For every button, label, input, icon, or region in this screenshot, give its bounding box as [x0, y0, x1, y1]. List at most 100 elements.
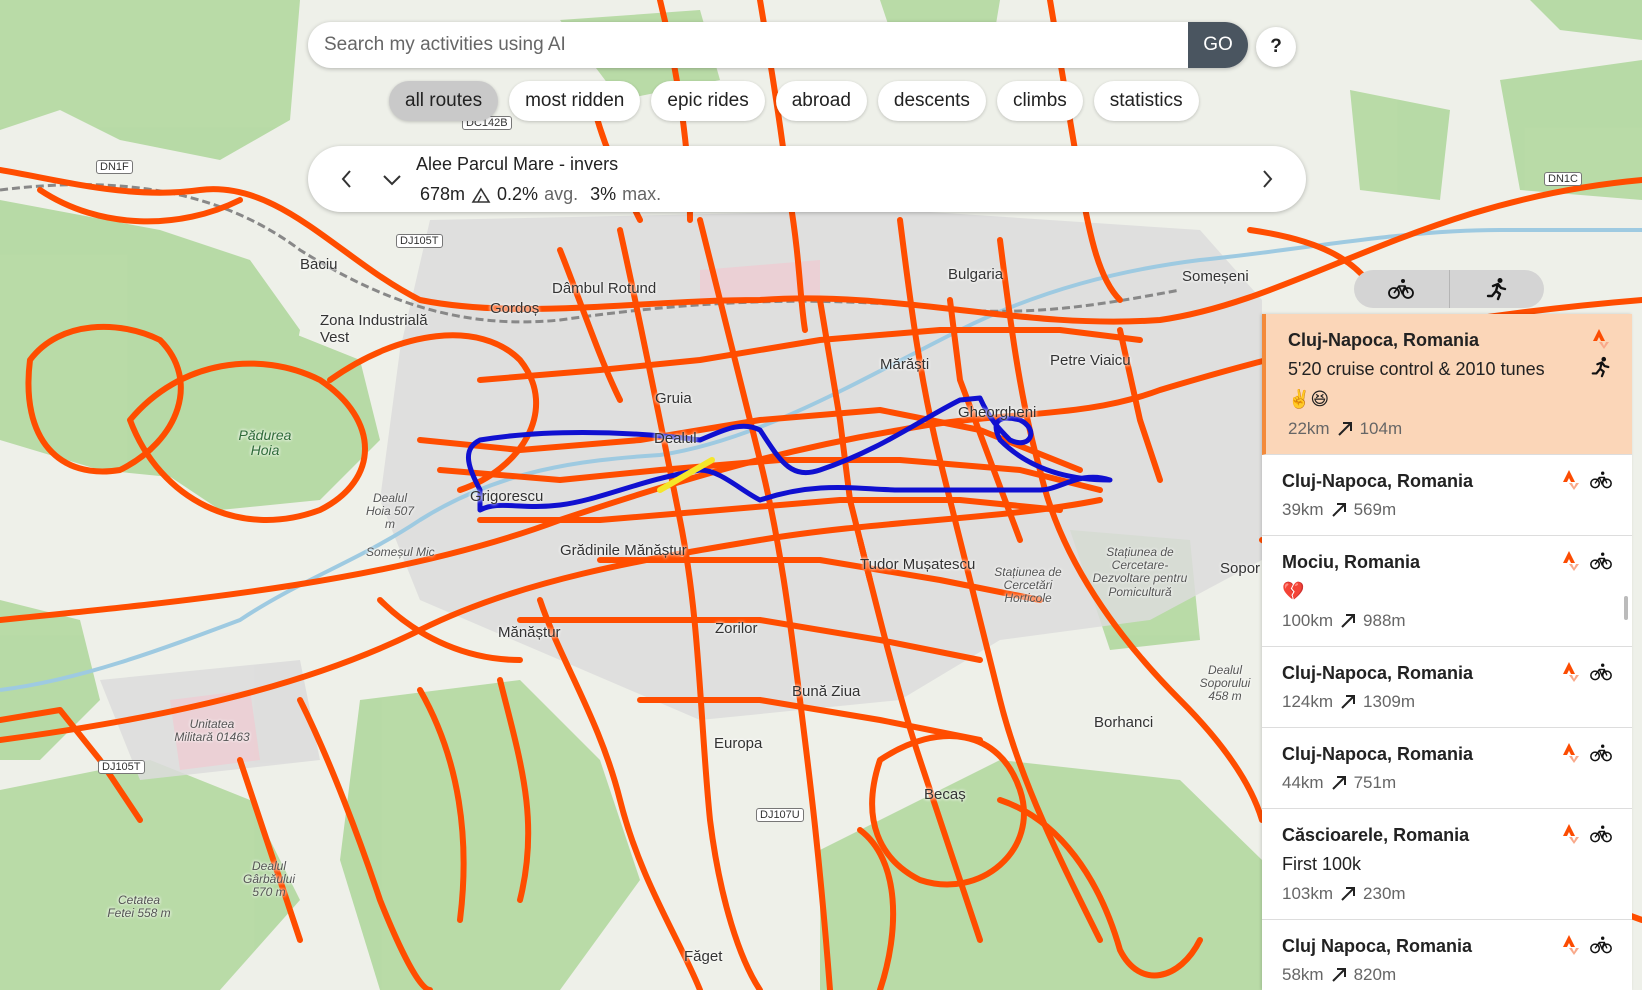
map-label-gruia: Gruia: [655, 390, 692, 407]
map-label-europa: Europa: [714, 735, 763, 752]
map-label-padurea: Pădurea Hoia: [238, 427, 292, 459]
activity-icons: [1560, 469, 1612, 491]
activity-item[interactable]: Cluj-Napoca, Romania 39km 569m: [1262, 455, 1632, 536]
run-icon: [1486, 278, 1506, 301]
activity-distance: 100km: [1282, 611, 1334, 630]
elevation-arrow-icon: [1331, 776, 1346, 790]
segment-stats: 678m 0.2% avg. 3% max.: [420, 184, 661, 205]
activity-elevation: 988m: [1363, 611, 1406, 630]
previous-segment-button[interactable]: [336, 166, 358, 192]
segment-name: Alee Parcul Mare - invers: [416, 154, 619, 174]
activity-elevation: 1309m: [1363, 692, 1416, 711]
activity-item[interactable]: Cluj-Napoca, Romania 44km 751m: [1262, 728, 1632, 809]
bike-icon: [1590, 825, 1612, 843]
activity-elevation: 230m: [1363, 884, 1406, 903]
activity-icons: [1560, 823, 1612, 845]
strava-icon: [1563, 743, 1579, 763]
activity-meta: 39km 569m: [1282, 495, 1562, 525]
map-label-zorilor: Zorilor: [715, 620, 758, 637]
map-label-gordos: Gordoș: [490, 300, 540, 317]
map-label-somesul-mic: Someșul Mic: [366, 545, 435, 559]
road-badge: DN1F: [96, 160, 133, 174]
bike-icon: [1388, 279, 1415, 299]
elevation-arrow-icon: [1341, 695, 1356, 709]
road-badge: DJ107U: [756, 808, 804, 822]
activity-meta: 44km 751m: [1282, 768, 1562, 798]
map-label-buna-ziua: Bună Ziua: [792, 683, 861, 700]
activity-location: Cluj-Napoca, Romania: [1282, 471, 1474, 491]
activity-distance: 58km: [1282, 965, 1324, 984]
search-input[interactable]: [308, 22, 1188, 68]
activity-distance: 124km: [1282, 692, 1334, 711]
map-label-someseni: Someșeni: [1182, 268, 1249, 285]
chip-statistics[interactable]: statistics: [1093, 81, 1199, 121]
activity-item[interactable]: Cluj Napoca, Romania 58km 820m: [1262, 920, 1632, 990]
strava-icon: [1563, 935, 1579, 955]
activity-meta: 100km 988m: [1282, 606, 1562, 636]
run-filter-button[interactable]: [1448, 270, 1545, 308]
bike-filter-button[interactable]: [1354, 270, 1449, 308]
segment-panel: Alee Parcul Mare - invers 678m 0.2% avg.…: [308, 146, 1306, 212]
road-badge: DN1C: [1544, 172, 1582, 186]
activity-item[interactable]: Mociu, Romania 💔 100km 988m: [1262, 536, 1632, 647]
activity-location: Mociu, Romania: [1282, 552, 1421, 572]
activity-description: 5'20 cruise control & 2010 tunes: [1288, 359, 1545, 379]
chip-most-ridden[interactable]: most ridden: [509, 81, 641, 121]
grade-icon: [471, 186, 491, 203]
road-badge: DJ105T: [396, 234, 443, 248]
activity-location: Cluj-Napoca, Romania: [1288, 330, 1480, 350]
go-button[interactable]: GO: [1188, 22, 1248, 68]
map-label-borhanci: Borhanci: [1094, 714, 1154, 731]
map-label-garbau: Dealul Gârbăului 570 m: [242, 859, 296, 900]
activity-item[interactable]: Cluj-Napoca, Romania 124km 1309m: [1262, 647, 1632, 728]
elevation-arrow-icon: [1337, 422, 1352, 436]
segment-avg-label: avg.: [544, 184, 579, 204]
map-label-sopor-hill: Dealul Soporului 458 m: [1199, 663, 1251, 704]
activity-meta: 103km 230m: [1282, 879, 1562, 909]
filter-chips: all routes most ridden epic rides abroad…: [389, 81, 1199, 121]
activity-location: Căscioarele, Romania: [1282, 825, 1470, 845]
activity-list[interactable]: Cluj-Napoca, Romania 5'20 cruise control…: [1262, 314, 1632, 990]
activity-location: Cluj Napoca, Romania: [1282, 936, 1473, 956]
activity-item[interactable]: Cluj-Napoca, Romania 5'20 cruise control…: [1262, 314, 1632, 455]
map-label-manastur-short: Mănăștur: [498, 624, 561, 641]
help-button[interactable]: ?: [1256, 27, 1296, 67]
road-badge: DJ105T: [98, 760, 145, 774]
activity-icons: [1560, 742, 1612, 764]
activity-emoji: 💔: [1282, 581, 1305, 601]
segment-avg-grade: 0.2%: [497, 184, 539, 204]
map-label-dealul-hoia: Dealul Hoia 507 m: [365, 491, 415, 532]
activity-meta: 58km 820m: [1282, 960, 1562, 990]
activity-elevation: 751m: [1353, 773, 1397, 792]
activity-elevation: 104m: [1359, 419, 1403, 438]
chip-abroad[interactable]: abroad: [775, 81, 867, 121]
map-label-baciu: Baciu: [300, 256, 338, 273]
map-label-statiunea-horticole: Stațiunea de Cercetări Horticole: [994, 565, 1062, 606]
activity-item[interactable]: Căscioarele, Romania First 100k 103km 23…: [1262, 809, 1632, 920]
sport-toggle: [1354, 270, 1544, 308]
activity-emoji: ✌️😆: [1288, 389, 1330, 409]
chip-all-routes[interactable]: all routes: [389, 81, 499, 121]
chip-climbs[interactable]: climbs: [996, 81, 1083, 121]
bike-icon: [1590, 471, 1612, 489]
next-segment-button[interactable]: [1256, 166, 1278, 192]
activity-distance: 39km: [1282, 500, 1324, 519]
elevation-arrow-icon: [1341, 887, 1356, 901]
map-label-zona: Zona Industrială Vest: [320, 312, 428, 346]
activity-description: First 100k: [1282, 854, 1362, 874]
map-label-grigorescu: Grigorescu: [470, 488, 544, 505]
map-label-petre: Petre Viaicu: [1050, 352, 1131, 369]
strava-icon: [1563, 470, 1579, 490]
map-label-marasti: Mărăști: [880, 356, 930, 373]
bike-icon: [1590, 663, 1612, 681]
chip-descents[interactable]: descents: [877, 81, 986, 121]
chip-epic-rides[interactable]: epic rides: [651, 81, 765, 121]
expand-segment-button[interactable]: [380, 168, 404, 192]
activity-elevation: 569m: [1353, 500, 1397, 519]
strava-icon: [1563, 551, 1579, 571]
map-label-gheorgheni: Gheorgheni: [958, 404, 1037, 421]
activity-distance: 103km: [1282, 884, 1334, 903]
activity-icons: [1560, 661, 1612, 683]
activity-elevation: 820m: [1353, 965, 1397, 984]
activity-location: Cluj-Napoca, Romania: [1282, 663, 1474, 683]
